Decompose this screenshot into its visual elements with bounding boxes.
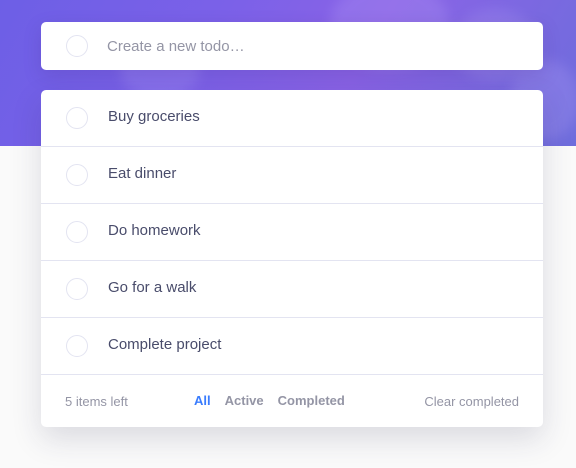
filter-all[interactable]: All (194, 393, 211, 408)
list-footer: 5 items left All Active Completed Clear … (41, 375, 543, 427)
todo-label: Complete project (108, 336, 222, 353)
todo-list: Buy groceries Eat dinner Do homework Go … (41, 90, 543, 427)
todo-item[interactable]: Eat dinner (41, 147, 543, 204)
todo-checkbox[interactable] (66, 335, 88, 357)
todo-label: Do homework (108, 222, 201, 239)
todo-checkbox[interactable] (66, 278, 88, 300)
todo-label: Buy groceries (108, 108, 200, 125)
filter-completed[interactable]: Completed (278, 393, 345, 408)
items-left-count: 5 items left (65, 394, 128, 409)
todo-checkbox[interactable] (66, 164, 88, 186)
todo-item[interactable]: Complete project (41, 318, 543, 375)
filter-group: All Active Completed (194, 393, 345, 408)
new-todo-checkbox[interactable] (66, 35, 88, 57)
todo-label: Go for a walk (108, 279, 197, 296)
clear-completed-button[interactable]: Clear completed (424, 394, 519, 409)
todo-item[interactable]: Do homework (41, 204, 543, 261)
todo-checkbox[interactable] (66, 107, 88, 129)
filter-active[interactable]: Active (225, 393, 264, 408)
new-todo-input[interactable] (107, 36, 507, 56)
todo-item[interactable]: Go for a walk (41, 261, 543, 318)
todo-label: Eat dinner (108, 165, 177, 182)
todo-checkbox[interactable] (66, 221, 88, 243)
new-todo-bar (41, 22, 543, 70)
todo-item[interactable]: Buy groceries (41, 90, 543, 147)
